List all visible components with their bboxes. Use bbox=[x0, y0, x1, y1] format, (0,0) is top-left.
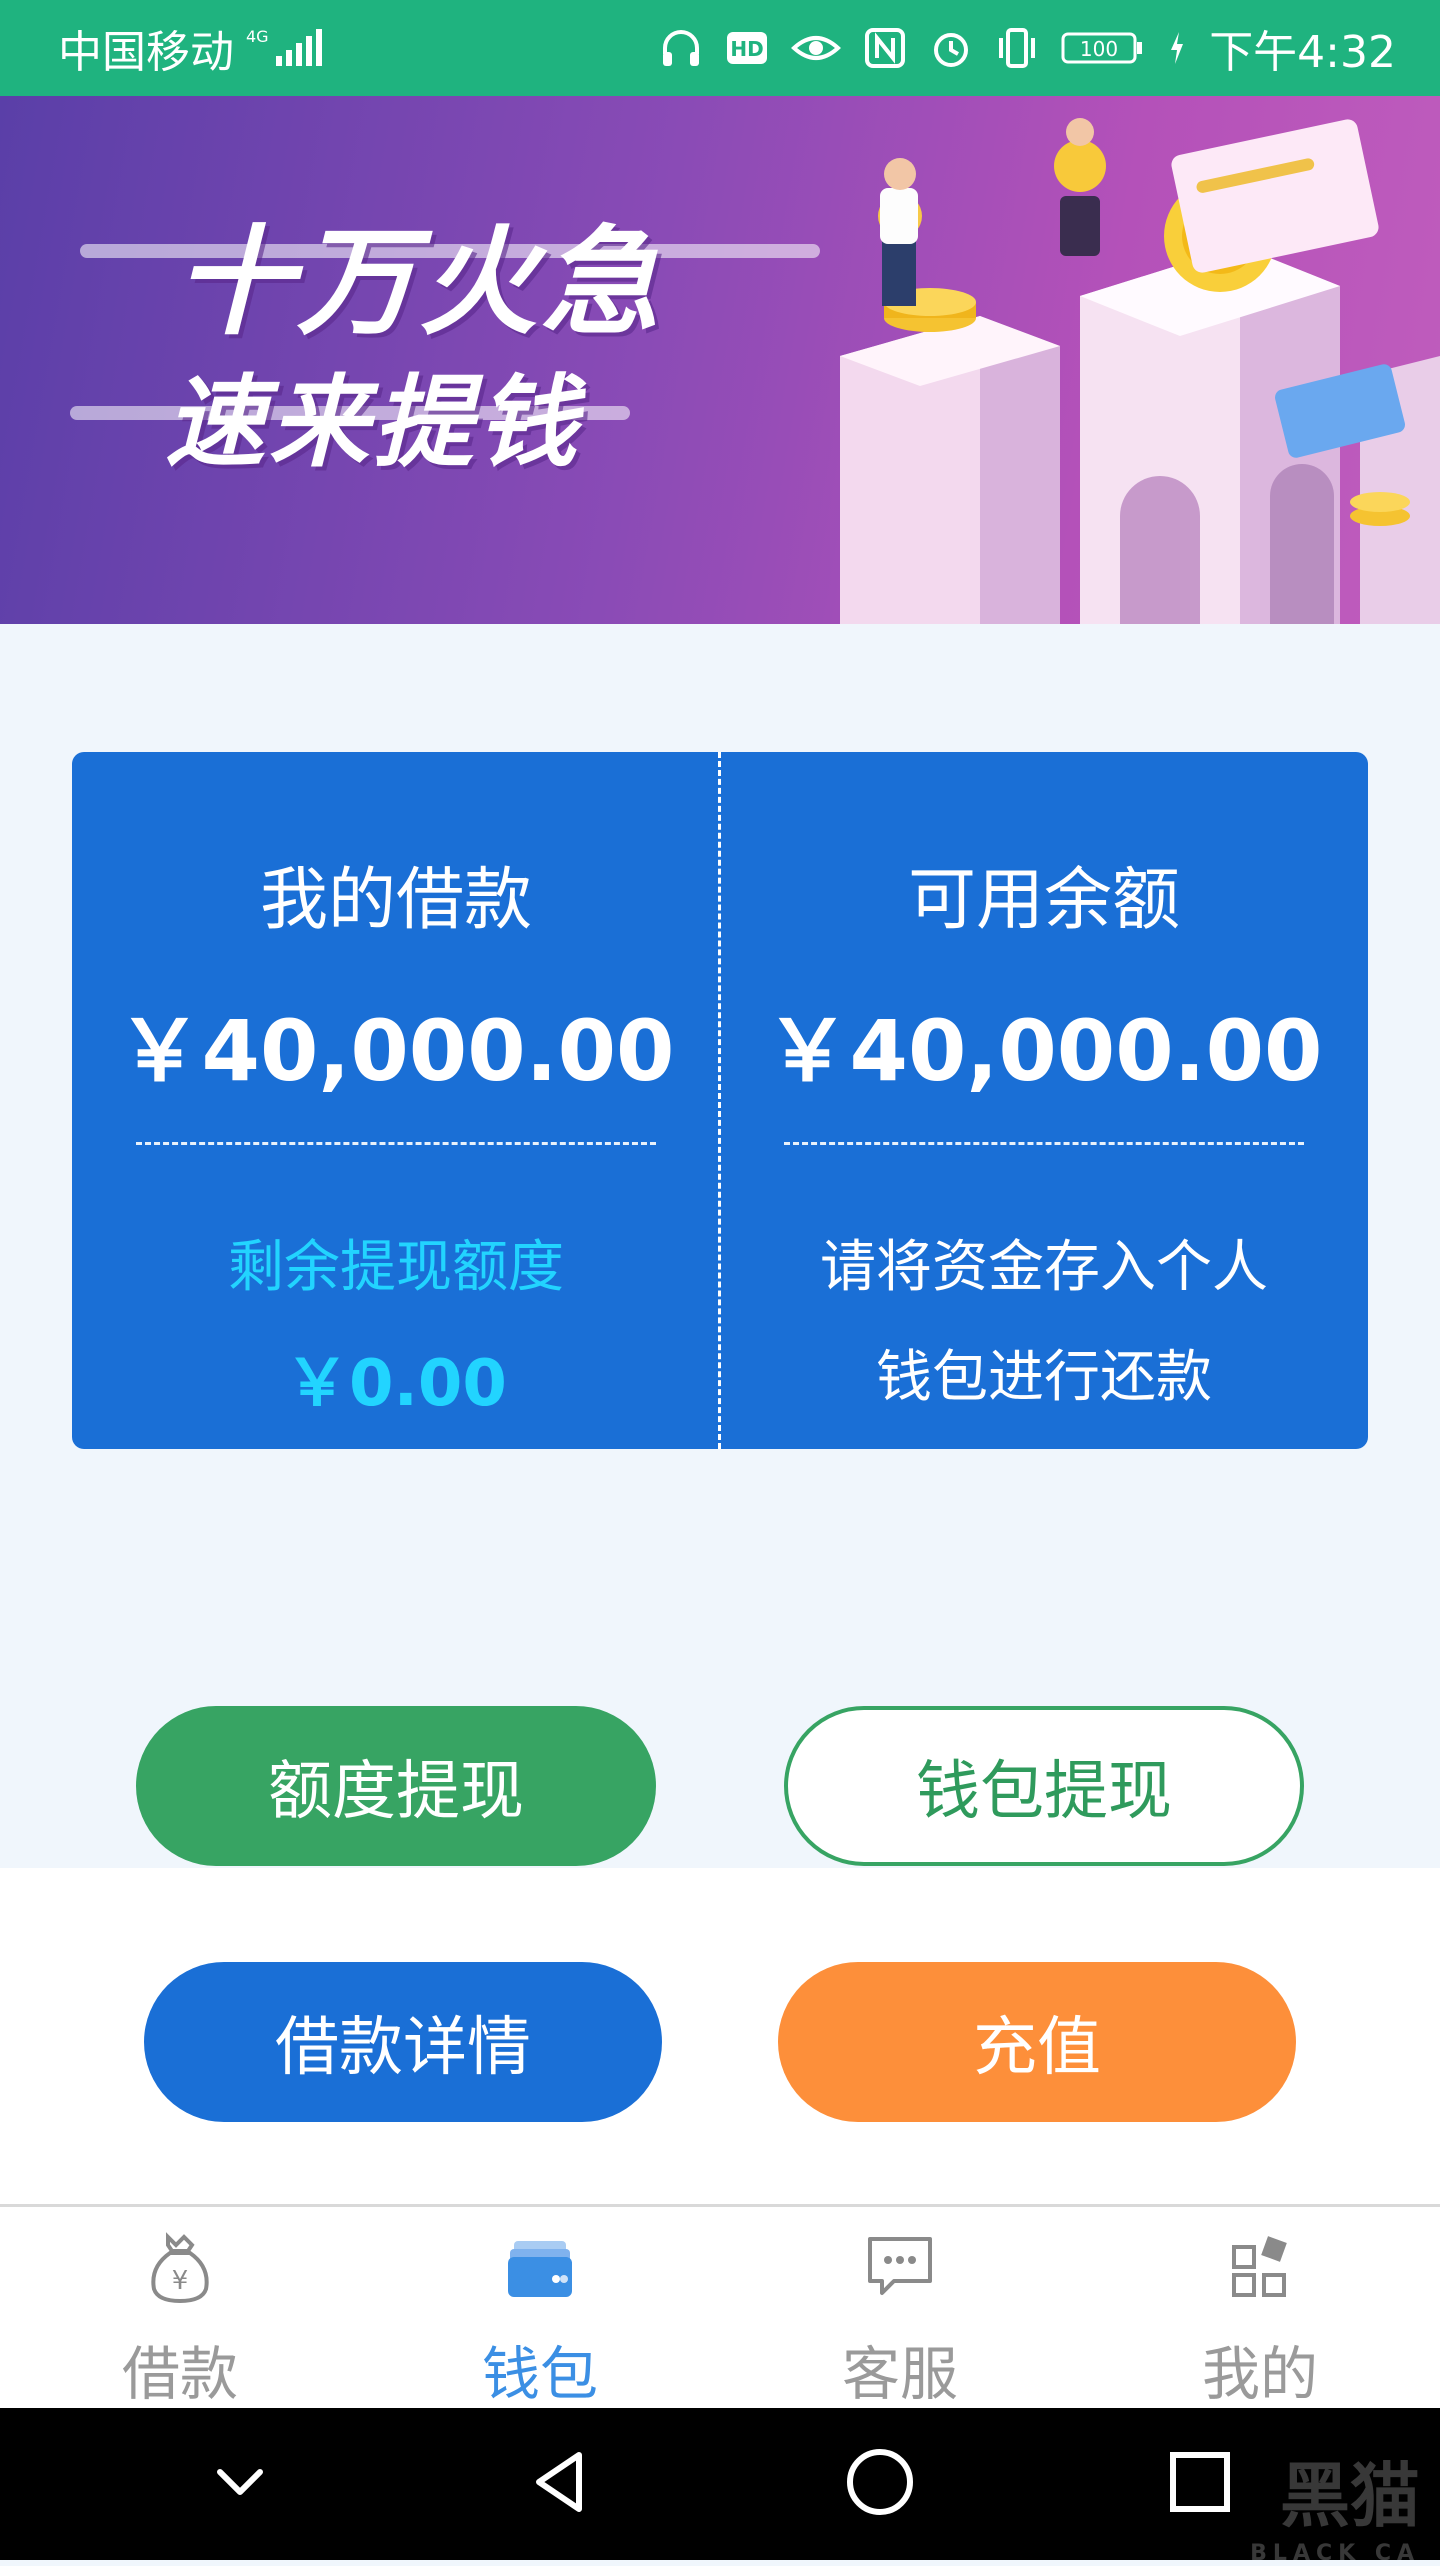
system-navigation-bar bbox=[0, 2408, 1440, 2560]
watermark-logo: 黑猫 BLACK CA bbox=[1250, 2440, 1420, 2566]
loan-summary-card: 我的借款 ￥40,000.00 剩余提现额度 ￥0.00 可用余额 ￥40,00… bbox=[72, 752, 1368, 1449]
nav-collapse-button[interactable] bbox=[180, 2424, 300, 2544]
available-balance-amount: ￥40,000.00 bbox=[765, 1002, 1323, 1100]
battery-level: 100 bbox=[1080, 37, 1118, 61]
svg-text:HD: HD bbox=[731, 37, 764, 61]
network-type-label: 4G bbox=[246, 27, 269, 46]
signal-icon: 4G bbox=[246, 26, 330, 70]
wallet-icon bbox=[500, 2227, 580, 2311]
bottom-tab-bar: ¥ 借款 钱包 客服 我的 bbox=[0, 2204, 1440, 2411]
wallet-withdraw-button[interactable]: 钱包提现 bbox=[784, 1706, 1304, 1866]
my-loan-amount: ￥40,000.00 bbox=[117, 1002, 675, 1100]
alarm-icon bbox=[929, 26, 973, 70]
nav-recents-button[interactable] bbox=[1140, 2424, 1260, 2544]
nfc-icon bbox=[863, 26, 907, 70]
tab-loan-label: 借款 bbox=[121, 2340, 238, 2408]
remaining-quota-label: 剩余提现额度 bbox=[228, 1235, 564, 1300]
repayment-note-line1: 请将资金存入个人 bbox=[820, 1235, 1268, 1300]
charging-icon bbox=[1167, 26, 1187, 70]
home-circle-icon bbox=[844, 2446, 916, 2522]
loan-details-button[interactable]: 借款详情 bbox=[144, 1962, 662, 2122]
svg-text:¥: ¥ bbox=[172, 2266, 189, 2296]
dashed-divider bbox=[784, 1142, 1304, 1145]
tab-me[interactable]: 我的 bbox=[1080, 2207, 1440, 2411]
repayment-note-line2: 钱包进行还款 bbox=[876, 1345, 1212, 1410]
my-loan-column: 我的借款 ￥40,000.00 剩余提现额度 ￥0.00 bbox=[72, 752, 720, 1449]
my-loan-title: 我的借款 bbox=[259, 861, 532, 940]
nav-home-button[interactable] bbox=[820, 2424, 940, 2544]
tab-me-label: 我的 bbox=[1201, 2340, 1318, 2408]
tab-wallet[interactable]: 钱包 bbox=[360, 2207, 720, 2411]
available-balance-column: 可用余额 ￥40,000.00 请将资金存入个人 钱包进行还款 bbox=[720, 752, 1368, 1449]
recharge-button[interactable]: 充值 bbox=[778, 1962, 1296, 2122]
status-bar: 中国移动 4G HD 100 下午4:32 bbox=[0, 0, 1440, 96]
banner-subheadline: 速来提钱 bbox=[165, 364, 581, 481]
grid-icon bbox=[1220, 2227, 1300, 2311]
clock-label: 下午4:32 bbox=[1209, 27, 1396, 78]
banner-headline: 十万火急 bbox=[175, 213, 664, 351]
available-balance-title: 可用余额 bbox=[907, 861, 1180, 940]
tab-loan[interactable]: ¥ 借款 bbox=[0, 2207, 360, 2411]
chevron-down-icon bbox=[210, 2452, 270, 2516]
headphone-icon bbox=[659, 26, 703, 70]
watermark-subtext: BLACK CA bbox=[1250, 2541, 1420, 2566]
chat-icon bbox=[860, 2227, 940, 2311]
vibrate-icon bbox=[995, 26, 1039, 70]
dashed-divider bbox=[136, 1142, 656, 1145]
watermark-text: 黑猫 bbox=[1280, 2455, 1420, 2537]
hd-icon: HD bbox=[725, 26, 769, 70]
tab-wallet-label: 钱包 bbox=[481, 2340, 598, 2408]
battery-icon: 100 bbox=[1061, 26, 1145, 70]
quota-withdraw-button[interactable]: 额度提现 bbox=[136, 1706, 656, 1866]
nav-back-button[interactable] bbox=[500, 2424, 620, 2544]
promo-banner[interactable]: 十万火急 速来提钱 $ bbox=[0, 96, 1440, 624]
tab-customer-service[interactable]: 客服 bbox=[720, 2207, 1080, 2411]
back-triangle-icon bbox=[525, 2447, 595, 2521]
tab-customer-service-label: 客服 bbox=[841, 2340, 958, 2408]
recents-square-icon bbox=[1167, 2449, 1233, 2519]
banner-illustration: $ bbox=[840, 118, 1440, 624]
remaining-quota-amount: ￥0.00 bbox=[285, 1347, 507, 1421]
money-bag-icon: ¥ bbox=[140, 2227, 220, 2311]
carrier-label: 中国移动 bbox=[58, 27, 234, 78]
eye-icon bbox=[791, 26, 842, 70]
